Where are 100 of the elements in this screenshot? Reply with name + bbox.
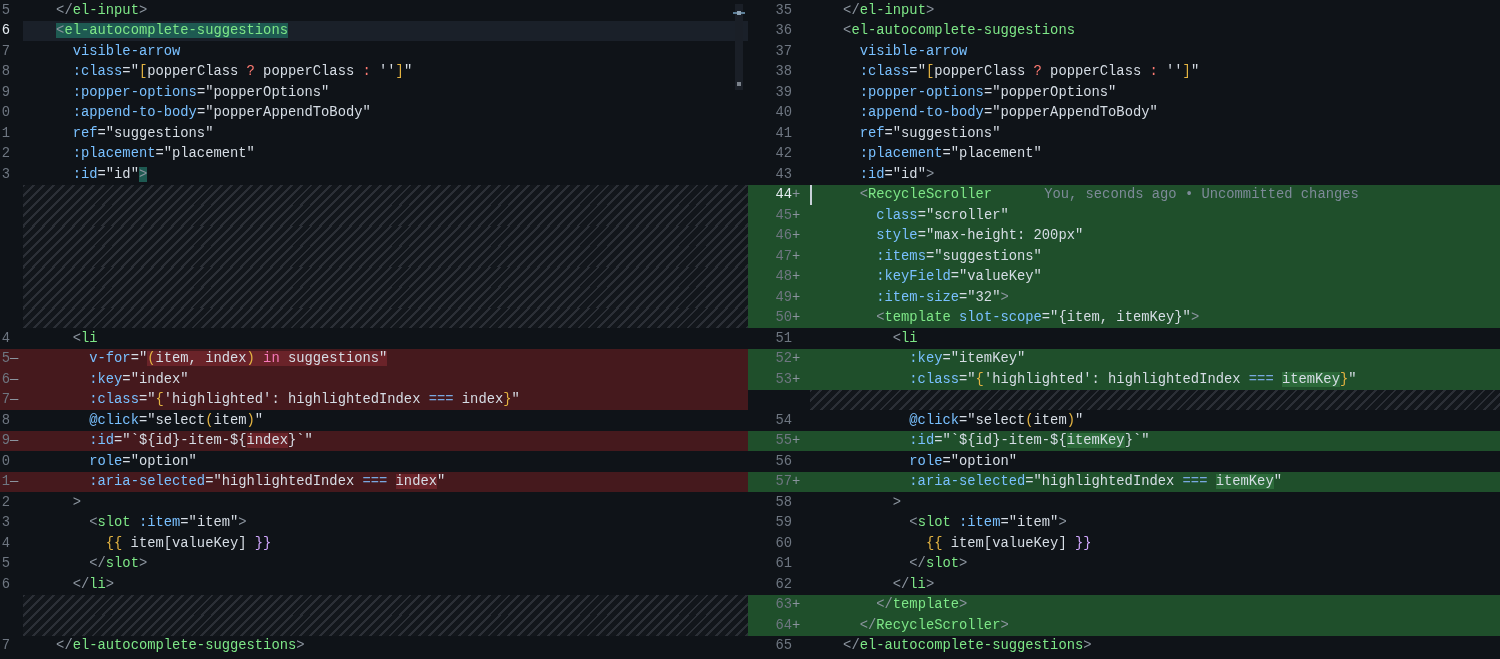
line-number: 60 [774,535,792,551]
code-line: :class="{'highlighted': highlightedIndex === index}" [89,392,520,408]
change-marker: + [792,207,801,223]
change-marker: + [792,474,801,490]
code-line: :id="id"> [72,166,148,182]
code-line: </slot> [909,556,968,572]
code-line: class="scroller" [876,207,1009,223]
code-line: <li [892,330,918,346]
text-cursor [810,184,812,205]
line-number: 9 [0,84,10,100]
line-number: 43 [774,166,792,182]
line-number: 3 [0,515,10,531]
blame-annotation: You, seconds ago • Uncommitted changes [1044,187,1359,203]
change-marker: — [10,371,19,387]
line-number: 59 [774,515,792,531]
line-number: 5 [0,2,10,18]
code-line: :keyField="valueKey" [876,269,1042,285]
line-number: 2 [0,494,10,510]
code-line: > [72,494,81,510]
change-marker: + [792,187,801,203]
code-line: </slot> [89,556,148,572]
code-line: v-for="(item, index) in suggestions" [89,351,388,367]
code-line: :placement="placement" [859,146,1042,162]
line-number: 5 [0,556,10,572]
line-number: 40 [774,105,792,121]
line-number: 37 [774,43,792,59]
code-line: :id="`${id}-item-${index}`" [89,433,313,449]
change-marker: + [792,248,801,264]
change-marker: + [792,597,801,613]
change-marker: + [792,617,801,633]
line-number: 54 [774,412,792,428]
code-line: </el-input> [56,2,148,18]
code-line: :append-to-body="popperAppendToBody" [72,105,371,121]
code-line: :class="{'highlighted': highlightedIndex === itemKey}" [909,371,1357,387]
code-line: :class="[popperClass ? popperClass : '']" [859,64,1200,80]
line-number: 44 [774,187,792,203]
code-line: :id="id"> [859,166,935,182]
line-number: 51 [774,330,792,346]
code-line: :item-size="32"> [876,289,1009,305]
code-line: :key="index" [89,371,189,387]
code-line: :append-to-body="popperAppendToBody" [859,105,1158,121]
line-number: 3 [0,166,10,182]
code-line: </li> [72,576,115,592]
code-line: @click="select(item)" [909,412,1084,428]
line-number: 5 [0,351,10,367]
change-marker: — [10,392,19,408]
line-number: 7 [0,392,10,408]
code-line: </el-autocomplete-suggestions> [843,638,1092,654]
line-number: 4 [0,330,10,346]
change-marker: — [10,474,19,490]
line-number: 0 [0,105,10,121]
line-number: 6 [0,23,10,39]
code-line: :popper-options="popperOptions" [859,84,1117,100]
line-number: 63 [774,597,792,613]
line-number: 65 [774,638,792,654]
code-line: </el-autocomplete-suggestions> [56,638,305,654]
line-number: 62 [774,576,792,592]
code-line: :items="suggestions" [876,248,1042,264]
line-number: 46 [774,228,792,244]
code-line: <slot :item="item"> [909,515,1067,531]
change-marker: + [792,289,801,305]
code-line: :class="[popperClass ? popperClass : '']" [72,64,413,80]
line-number: 8 [0,64,10,80]
change-marker: — [10,351,19,367]
line-number: 38 [774,64,792,80]
code-line: :placement="placement" [72,146,255,162]
code-line: :id="`${id}-item-${itemKey}`" [909,433,1150,449]
code-line: </template> [876,597,968,613]
change-marker: + [792,228,801,244]
line-number: 41 [774,125,792,141]
line-number: 45 [774,207,792,223]
line-number: 1 [0,474,10,490]
line-number: 6 [0,576,10,592]
code-line: :popper-options="popperOptions" [72,84,330,100]
change-marker: — [10,433,19,449]
code-line: role="option" [89,453,197,469]
line-number: 64 [774,617,792,633]
change-marker: + [792,310,801,326]
line-number: 4 [0,535,10,551]
code-line: <template slot-scope="{item, itemKey}"> [876,310,1200,326]
line-number: 9 [0,433,10,449]
line-number: 55 [774,433,792,449]
code-line: :key="itemKey" [909,351,1026,367]
code-line: style="max-height: 200px" [876,228,1084,244]
code-line: <slot :item="item"> [89,515,247,531]
code-line: <el-autocomplete-suggestions [56,23,288,39]
line-number: 2 [0,146,10,162]
line-number: 7 [0,43,10,59]
change-marker: + [792,269,801,285]
code-line: visible-arrow [859,43,968,59]
line-number: 39 [774,84,792,100]
code-line: <el-autocomplete-suggestions [843,23,1075,39]
line-number: 0 [0,453,10,469]
change-marker: + [792,351,801,367]
code-line: <RecycleScroller [859,187,993,203]
code-line: <li [72,330,98,346]
code-line: </li> [892,576,935,592]
change-marker: + [792,371,801,387]
line-number: 36 [774,23,792,39]
line-number: 50 [774,310,792,326]
